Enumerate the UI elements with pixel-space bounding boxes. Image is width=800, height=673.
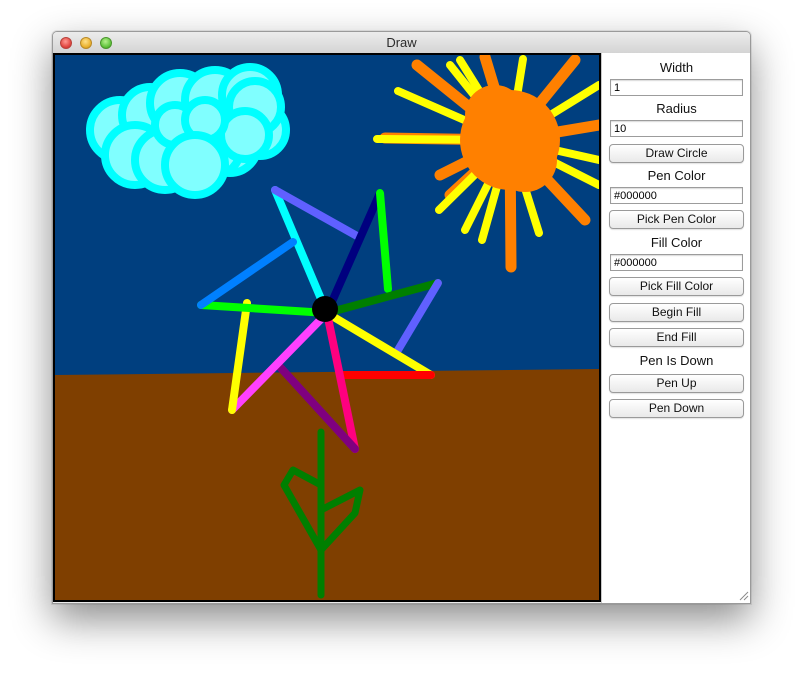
window-title: Draw: [386, 35, 417, 50]
resize-grip-icon[interactable]: [739, 591, 749, 601]
pen-status-label: Pen Is Down: [639, 353, 714, 368]
title-bar[interactable]: Draw: [53, 32, 750, 54]
radius-label: Radius: [656, 101, 697, 116]
fill-color-input[interactable]: #000000: [610, 254, 743, 271]
width-input[interactable]: 1: [610, 79, 743, 96]
flower-center: [312, 296, 338, 322]
radius-input[interactable]: 10: [610, 120, 743, 137]
pick-fill-color-button[interactable]: Pick Fill Color: [609, 277, 744, 296]
draw-window: Draw Width 1 Radius 10 Draw Circle Pen C…: [52, 31, 751, 604]
pen-up-button[interactable]: Pen Up: [609, 374, 744, 393]
width-label: Width: [659, 60, 694, 75]
pen-color-label: Pen Color: [647, 168, 706, 183]
pen-color-input[interactable]: #000000: [610, 187, 743, 204]
begin-fill-button[interactable]: Begin Fill: [609, 303, 744, 322]
end-fill-button[interactable]: End Fill: [609, 328, 744, 347]
pen-down-button[interactable]: Pen Down: [609, 399, 744, 418]
control-panel: Width 1 Radius 10 Draw Circle Pen Color …: [601, 53, 750, 603]
drawing-canvas[interactable]: [53, 51, 605, 602]
draw-circle-button[interactable]: Draw Circle: [609, 144, 744, 163]
pick-pen-color-button[interactable]: Pick Pen Color: [609, 210, 744, 229]
ground-area: [55, 369, 599, 600]
fill-color-label: Fill Color: [650, 235, 703, 250]
drawing-surface[interactable]: [55, 51, 605, 600]
